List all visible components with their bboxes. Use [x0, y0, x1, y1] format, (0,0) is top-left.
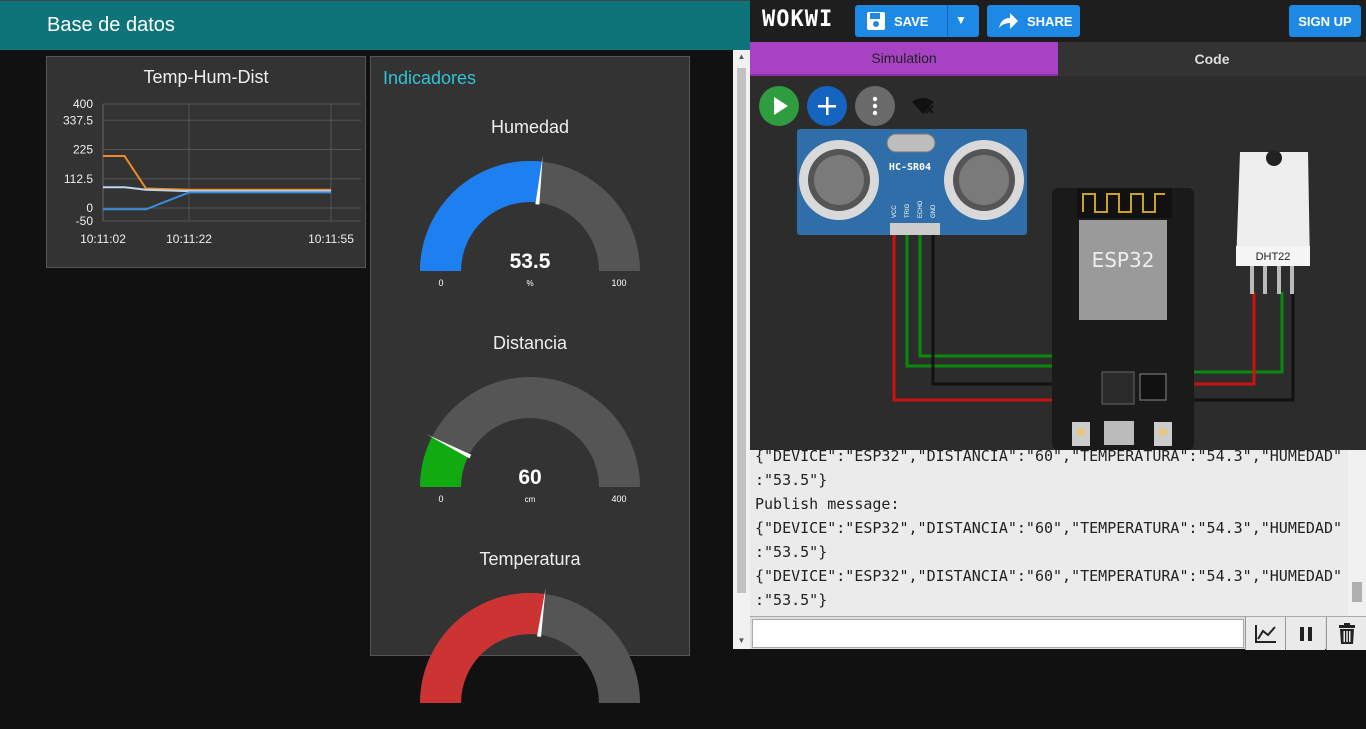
chart-card: Temp-Hum-Dist 400 337.5 225 112.5 0 -50 10:11…	[46, 56, 366, 268]
dashboard-header: Base de datos	[0, 0, 750, 50]
gauge-max: 400	[611, 494, 626, 504]
share-label: SHARE	[1027, 14, 1073, 29]
indicators-card: Indicadores Humedad 53.5% 0 100 Distancia …	[370, 56, 690, 703]
floppy-disk-icon	[867, 12, 885, 30]
scroll-up-arrow-icon[interactable]: ▲	[733, 52, 750, 61]
gauge-fill	[420, 593, 545, 703]
serial-line: {"DEVICE":"ESP32","DISTANCIA":"60","TEMP…	[755, 567, 1342, 585]
serial-input-bar	[750, 616, 1366, 650]
save-divider	[947, 5, 948, 37]
y-tick-label: 112.5	[64, 172, 93, 186]
share-arrow-icon	[999, 13, 1018, 29]
pin-label-gnd: GND	[931, 204, 937, 218]
indicators-title: Indicadores	[383, 68, 477, 88]
series-line-0	[103, 155, 331, 191]
gauge-unit: %	[526, 279, 533, 288]
simulation-canvas[interactable]: HC-SR04 VCC TRIG ECHO GND ESP32 DHT22	[750, 76, 1366, 450]
gauge-temperatura	[420, 588, 640, 703]
share-button[interactable]: SHARE	[987, 5, 1080, 37]
serial-monitor[interactable]: {"DEVICE":"ESP32","DISTANCIA":"60","TEMP…	[750, 450, 1366, 616]
clear-button[interactable]	[1326, 617, 1366, 650]
node-red-dashboard: Base de datos Temp-Hum-Dist 400 337.5 225 1…	[0, 0, 750, 703]
sign-up-button[interactable]: SIGN UP	[1289, 5, 1361, 37]
gauge-title-humedad: Humedad	[490, 117, 570, 137]
sensor-label: HC-SR04	[889, 162, 931, 173]
pin-label-trig: TRIG	[905, 203, 911, 218]
esp32-board[interactable]: ESP32	[1052, 188, 1194, 450]
serial-line: :"53.5"}	[755, 543, 828, 561]
gauge-title-distancia: Distancia	[492, 333, 568, 353]
scroll-down-arrow-icon[interactable]: ▼	[733, 636, 750, 645]
gauge-value: 53.5	[510, 250, 551, 273]
dropdown-caret-icon[interactable]: ▼	[955, 13, 967, 27]
pause-icon	[1300, 627, 1312, 641]
serial-line: :"53.5"}	[755, 591, 828, 609]
y-tick-label: 0	[86, 201, 93, 215]
y-tick-label: 225	[73, 143, 93, 157]
plotter-button[interactable]	[1245, 617, 1285, 650]
gauge-distancia: 60 cm 0 400	[420, 377, 640, 504]
serial-line: Publish message:	[755, 495, 900, 513]
pin-label-vcc: VCC	[892, 205, 898, 218]
gauge-max: 100	[611, 278, 626, 288]
line-chart: 400 337.5 225 112.5 0-50 10:11:02 10:11:22 10:…	[63, 97, 361, 246]
pin-label-echo: ECHO	[918, 200, 924, 218]
save-label: SAVE	[894, 14, 929, 29]
trash-icon	[1339, 623, 1355, 644]
y-tick-label: -50	[76, 214, 94, 228]
series-line-2	[103, 191, 331, 211]
dashboard-title: Base de datos	[47, 14, 175, 36]
ultrasonic-sensor[interactable]: HC-SR04 VCC TRIG ECHO GND	[797, 129, 1027, 235]
gauge-title-temperatura: Temperatura	[479, 549, 581, 569]
serial-scrollbar[interactable]	[1348, 450, 1366, 616]
circuit-diagram: HC-SR04 VCC TRIG ECHO GND ESP32 DHT22	[797, 129, 1310, 450]
gauge-value: 60	[518, 466, 541, 489]
gauge-humedad: 53.5% 0 100	[420, 155, 640, 288]
serial-scrollbar-thumb[interactable]	[1352, 582, 1362, 602]
serial-line: :"53.5"}	[755, 471, 828, 489]
wokwi-simulator: WOKWI SAVE ▼ SHARE SIGN UP Simulation Co…	[750, 0, 1366, 650]
tab-code[interactable]: Code	[1058, 42, 1366, 76]
wokwi-logo[interactable]: WOKWI	[762, 7, 833, 32]
serial-line: {"DEVICE":"ESP32","DISTANCIA":"60","TEMP…	[755, 519, 1342, 537]
dht22-sensor[interactable]: DHT22	[1236, 150, 1310, 294]
x-tick-label: 10:11:55	[308, 232, 354, 246]
gauge-unit: cm	[525, 495, 536, 504]
mcu-label: ESP32	[1092, 248, 1155, 272]
scrollbar-thumb[interactable]	[737, 68, 746, 593]
dashboard-scrollbar[interactable]: ▲ ▼	[733, 50, 750, 649]
pause-button[interactable]	[1285, 617, 1325, 650]
tab-simulation[interactable]: Simulation	[750, 42, 1058, 76]
gauge-min: 0	[438, 278, 443, 288]
save-button[interactable]: SAVE ▼	[855, 5, 979, 37]
dht-label: DHT22	[1256, 251, 1291, 263]
y-tick-label: 337.5	[63, 113, 93, 127]
wokwi-toolbar: WOKWI SAVE ▼ SHARE SIGN UP	[750, 0, 1366, 42]
x-tick-label: 10:11:22	[166, 232, 212, 246]
editor-tabs: Simulation Code	[750, 42, 1366, 76]
serial-line: {"DEVICE":"ESP32","DISTANCIA":"60","TEMP…	[755, 450, 1342, 465]
gauge-min: 0	[438, 494, 443, 504]
x-tick-label: 10:11:02	[80, 232, 126, 246]
serial-input[interactable]	[752, 619, 1244, 648]
chart-line-icon	[1255, 625, 1276, 643]
y-tick-label: 400	[73, 97, 93, 111]
